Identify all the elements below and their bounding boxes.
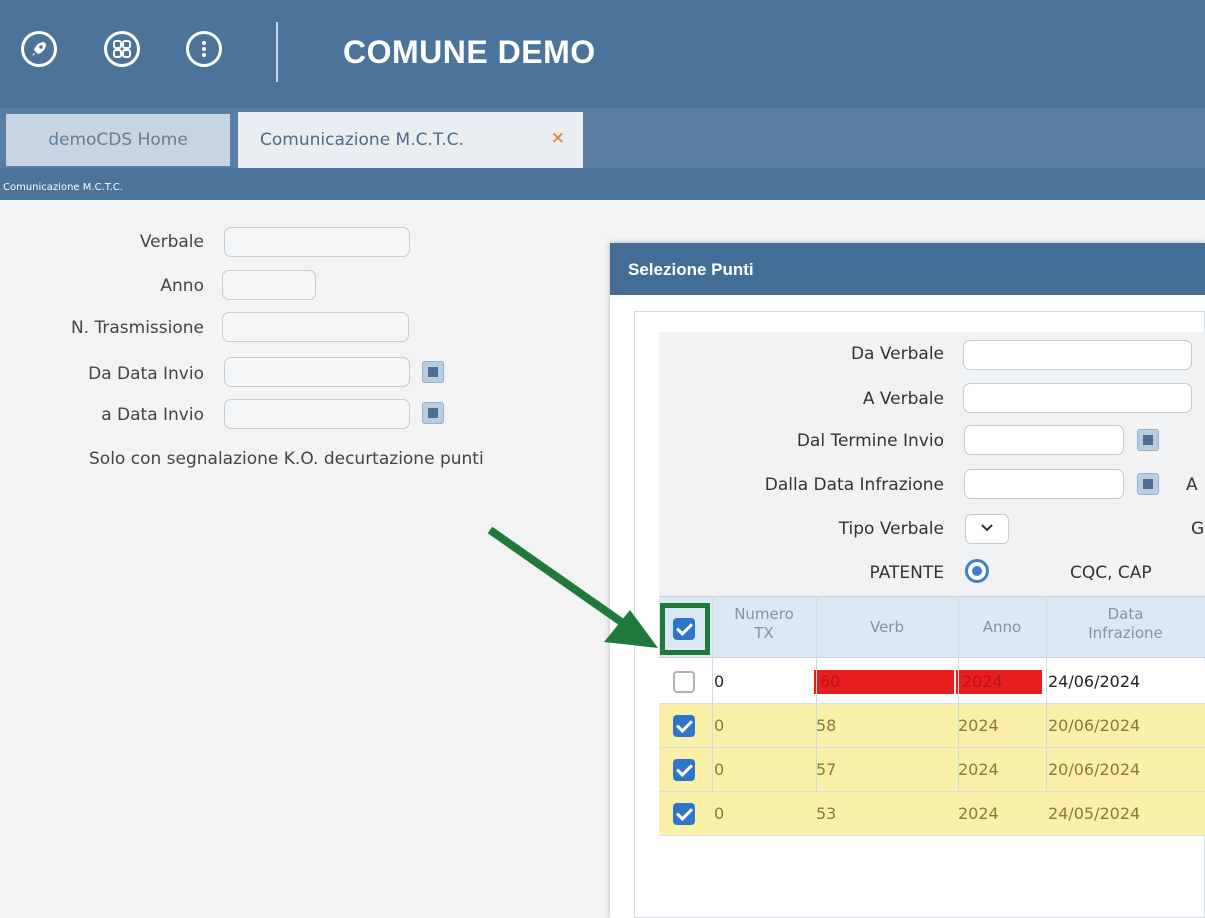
- table-row[interactable]: 0 57 2024 20/06/2024: [659, 748, 1205, 792]
- row-checkbox[interactable]: [673, 715, 695, 737]
- cell-numero-tx: 0: [714, 716, 725, 735]
- dal-termine-invio-label: Dal Termine Invio: [796, 431, 944, 451]
- header-divider: [276, 22, 278, 82]
- cell-verb: 57: [816, 760, 837, 779]
- close-tab-icon[interactable]: ×: [551, 128, 565, 148]
- a-verbale-field[interactable]: [963, 383, 1192, 413]
- verbale-field[interactable]: [224, 227, 410, 257]
- cqc-cap-label: CQC, CAP: [1070, 563, 1152, 583]
- apps-grid-icon[interactable]: [104, 31, 140, 67]
- column-divider: [1046, 596, 1047, 792]
- tipo-verbale-select[interactable]: [965, 514, 1009, 544]
- breadcrumb: Comunicazione M.C.T.C.: [3, 182, 123, 193]
- dialog-filters: [659, 332, 1205, 596]
- breadcrumb-bar: [0, 168, 1205, 200]
- dal-termine-invio-field[interactable]: [964, 425, 1124, 455]
- n-trasmissione-label: N. Trasmissione: [70, 318, 204, 338]
- tab-home-label: demoCDS Home: [48, 130, 188, 150]
- column-divider: [816, 596, 817, 792]
- dalla-data-infrazione-field[interactable]: [964, 469, 1124, 499]
- da-data-invio-field[interactable]: [224, 357, 410, 387]
- da-verbale-label: Da Verbale: [850, 344, 944, 364]
- patente-radio[interactable]: [965, 559, 989, 583]
- cell-numero-tx: 0: [714, 760, 725, 779]
- header-text: Numero: [734, 605, 794, 623]
- cell-anno: 2024: [958, 760, 999, 779]
- header-text: TX: [754, 624, 774, 642]
- header-text: Data: [1107, 605, 1144, 623]
- solo-ko-label: Solo con segnalazione K.O. decurtazione …: [89, 449, 484, 469]
- a-data-invio-label: a Data Invio: [101, 405, 204, 425]
- cell-anno: 2024: [958, 804, 999, 823]
- table-row[interactable]: 0 60 2024 24/06/2024: [659, 660, 1205, 704]
- col-header-numero-tx[interactable]: Numero TX: [712, 605, 816, 643]
- tab-comunicazione[interactable]: Comunicazione M.C.T.C. ×: [238, 112, 583, 168]
- calendar-icon[interactable]: [1137, 473, 1159, 495]
- app-title: COMUNE DEMO: [343, 34, 596, 70]
- tab-comunicazione-label: Comunicazione M.C.T.C.: [260, 130, 464, 150]
- app-header: [0, 0, 1205, 108]
- col-header-anno[interactable]: Anno: [958, 618, 1046, 637]
- tab-home[interactable]: demoCDS Home: [6, 114, 230, 166]
- calendar-icon[interactable]: [1137, 429, 1159, 451]
- col-header-data-infrazione[interactable]: Data Infrazione: [1046, 605, 1205, 643]
- annotation-highlight-box: [660, 603, 710, 655]
- tipo-verbale-label: Tipo Verbale: [838, 519, 944, 539]
- cell-data-infrazione: 20/06/2024: [1048, 760, 1141, 779]
- cell-numero-tx: 0: [714, 672, 725, 691]
- cell-anno: 2024: [956, 670, 1042, 694]
- annotation-arrow-icon: [487, 526, 658, 648]
- table-row[interactable]: 0 58 2024 20/06/2024: [659, 704, 1205, 748]
- col-header-verb[interactable]: Verb: [816, 618, 958, 637]
- cell-numero-tx: 0: [714, 804, 725, 823]
- n-trasmissione-field[interactable]: [222, 312, 409, 342]
- da-data-invio-label: Da Data Invio: [88, 364, 204, 384]
- cell-anno: 2024: [958, 716, 999, 735]
- header-text: Infrazione: [1088, 624, 1163, 642]
- cell-data-infrazione: 24/06/2024: [1048, 672, 1141, 691]
- calendar-icon[interactable]: [422, 361, 444, 383]
- rocket-icon[interactable]: [21, 31, 57, 67]
- cell-data-infrazione: 20/06/2024: [1048, 716, 1141, 735]
- row-checkbox[interactable]: [673, 759, 695, 781]
- cell-verb: 60: [814, 670, 954, 694]
- dalla-data-infrazione-label: Dalla Data Infrazione: [764, 475, 944, 495]
- anno-field[interactable]: [222, 270, 316, 300]
- verbale-label: Verbale: [139, 232, 204, 252]
- cell-verb: 58: [816, 716, 837, 735]
- anno-label: Anno: [160, 276, 204, 296]
- column-divider: [958, 596, 959, 792]
- column-divider: [712, 596, 713, 792]
- a-data-invio-field[interactable]: [224, 399, 410, 429]
- dialog-title: Selezione Punti: [628, 260, 754, 279]
- calendar-icon[interactable]: [422, 402, 444, 424]
- da-verbale-field[interactable]: [963, 340, 1192, 370]
- a-verbale-label: A Verbale: [862, 389, 944, 409]
- table-row[interactable]: 0 53 2024 24/05/2024: [659, 792, 1205, 836]
- cut-label-g: G: [1191, 519, 1205, 539]
- row-checkbox[interactable]: [673, 671, 695, 693]
- patente-label: PATENTE: [869, 563, 944, 583]
- chevron-down-icon: [981, 524, 993, 532]
- row-checkbox[interactable]: [673, 803, 695, 825]
- more-vertical-icon[interactable]: [186, 31, 222, 67]
- cell-verb: 53: [816, 804, 837, 823]
- cell-data-infrazione: 24/05/2024: [1048, 804, 1141, 823]
- cut-label-a: A: [1186, 475, 1198, 495]
